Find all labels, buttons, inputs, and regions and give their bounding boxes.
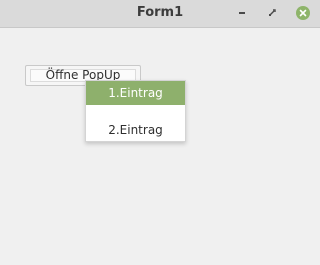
popup-menu: 1.Eintrag 2.Eintrag [85,80,186,142]
maximize-button[interactable] [264,5,280,21]
close-icon [299,9,307,17]
restore-icon [269,9,276,16]
close-circle [296,6,310,20]
form-client-area: Öffne PopUp 1.Eintrag 2.Eintrag [0,28,320,265]
minimize-icon [239,12,245,14]
menu-item-eintrag-1[interactable]: 1.Eintrag [86,81,185,105]
close-button[interactable] [295,5,311,21]
titlebar[interactable]: Form1 [0,0,320,28]
app-window: Form1 Öffne PopUp 1.Eintrag 2.Eintrag [0,0,320,265]
menu-item-eintrag-2[interactable]: 2.Eintrag [86,118,185,142]
minimize-button[interactable] [234,5,250,21]
